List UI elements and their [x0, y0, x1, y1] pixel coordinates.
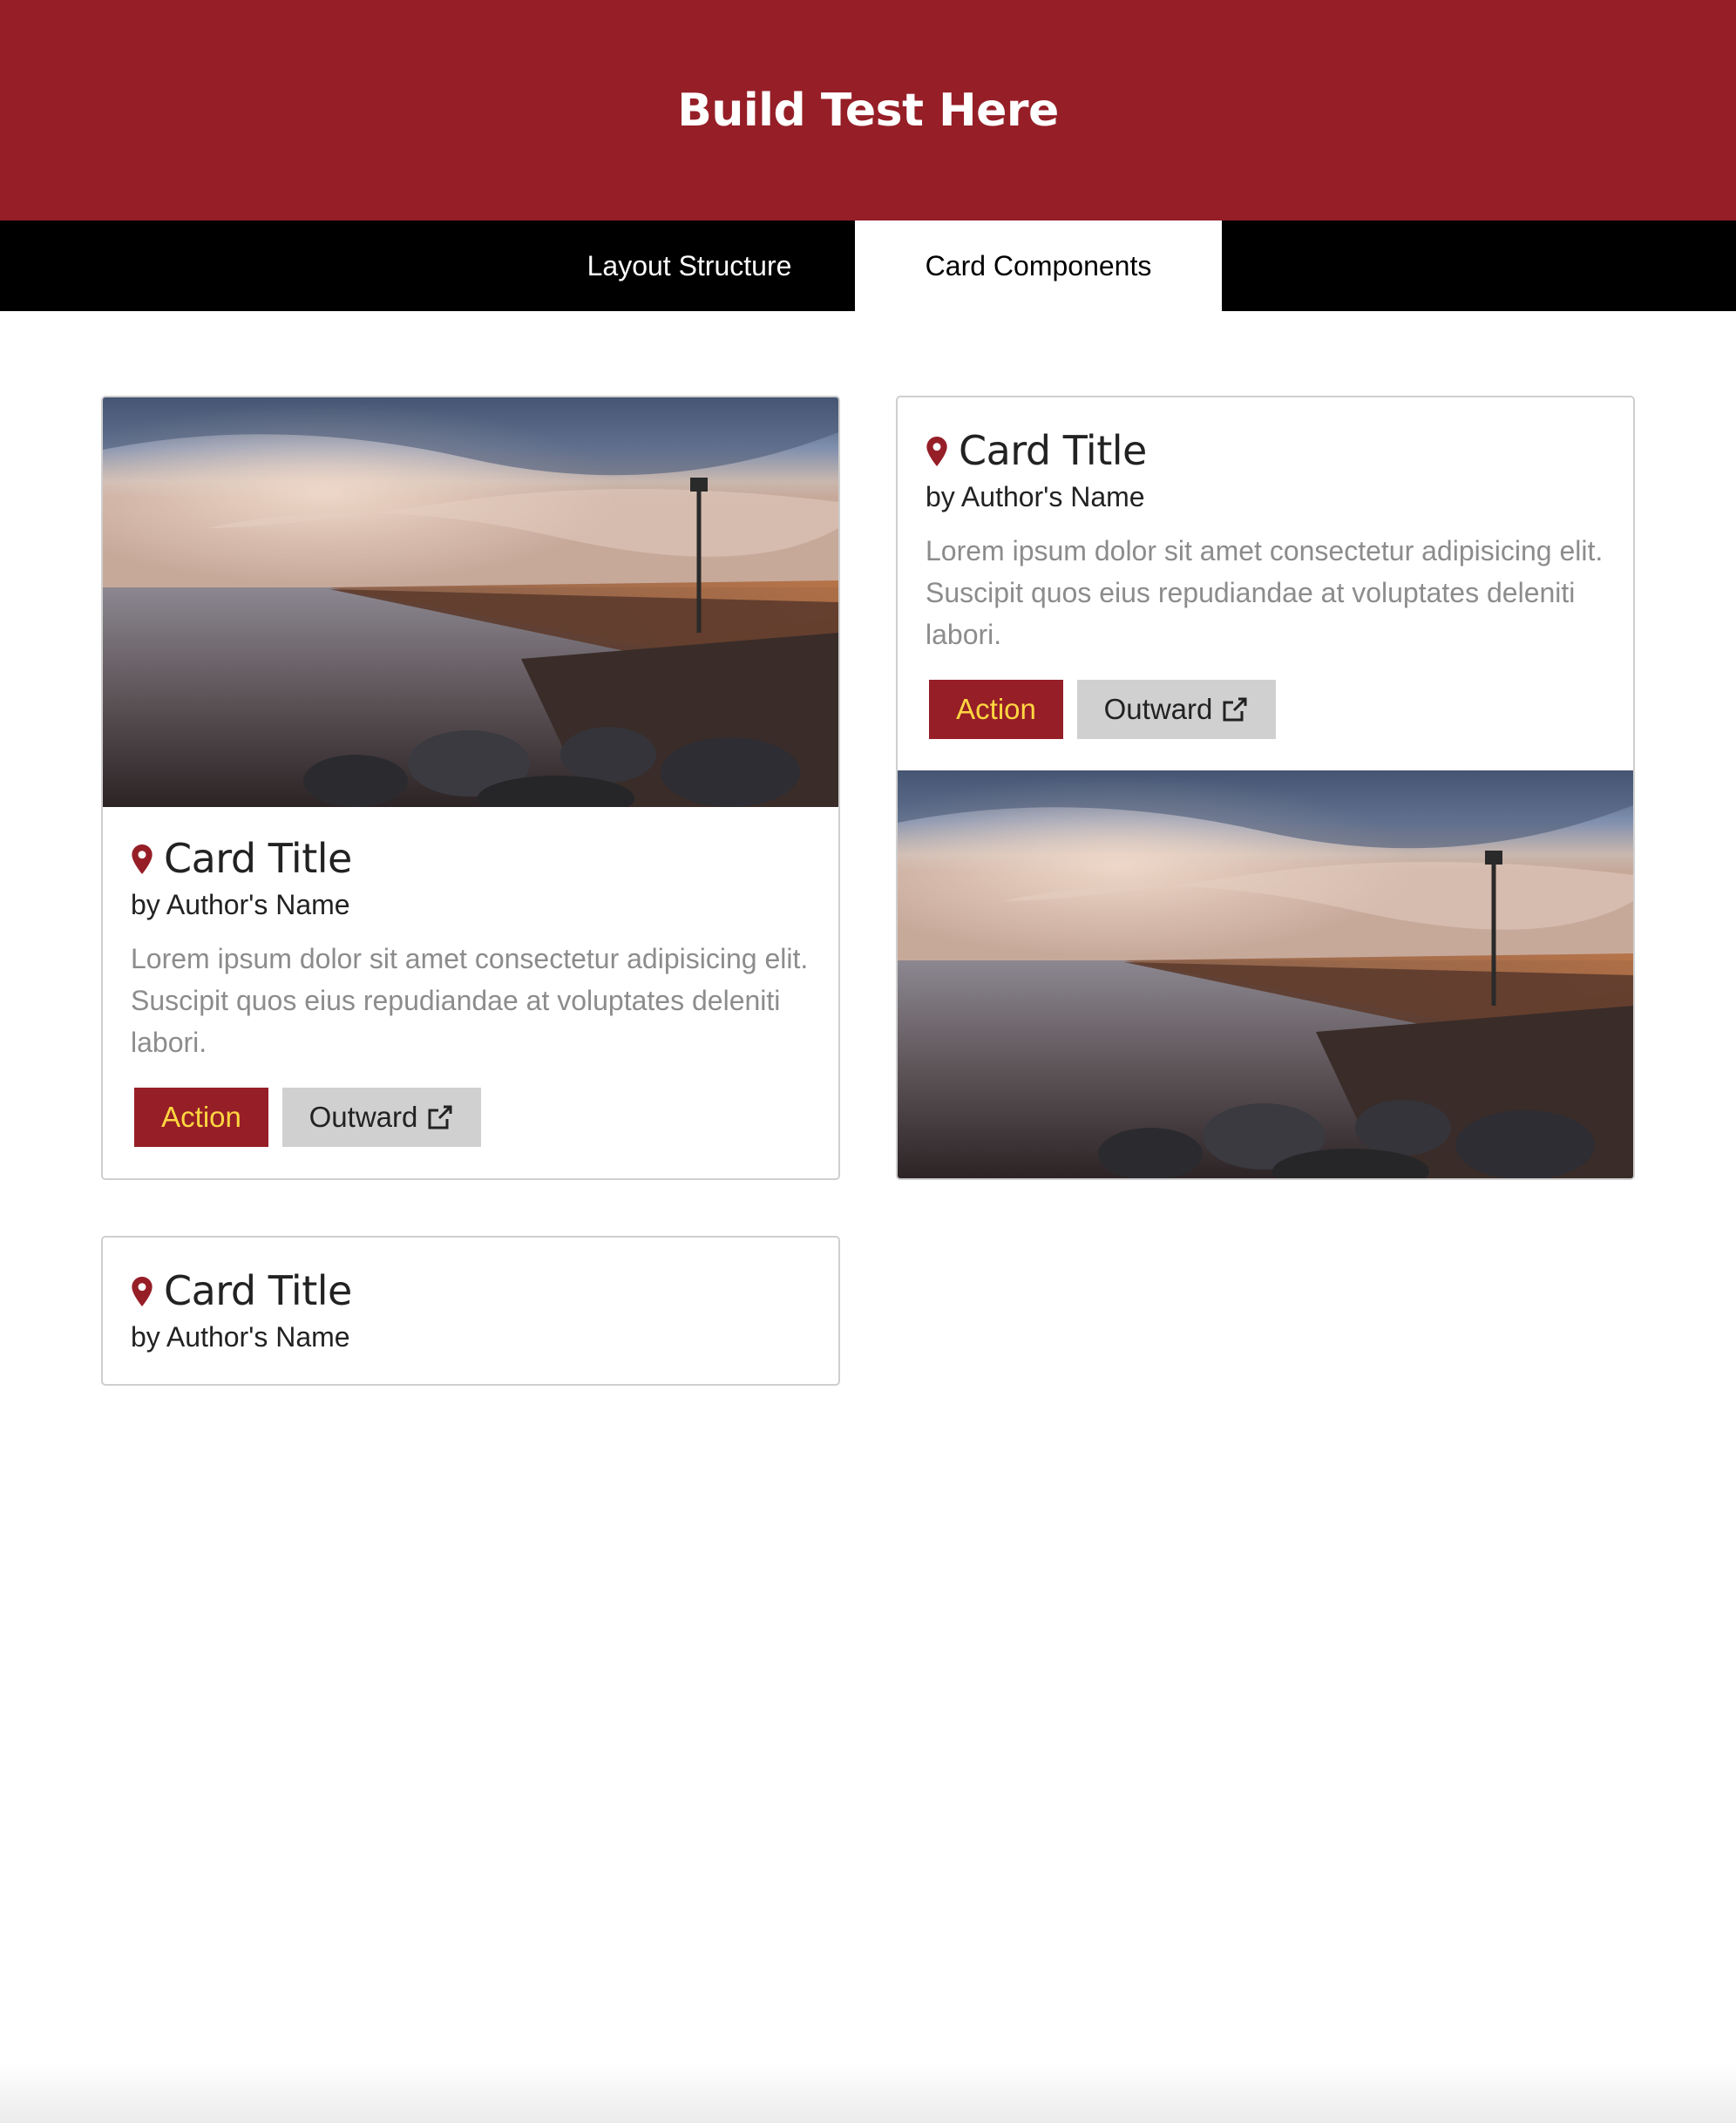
page-title: Build Test Here [677, 84, 1059, 137]
action-button[interactable]: Action [929, 680, 1063, 739]
tab-layout-structure[interactable]: Layout Structure [524, 220, 855, 311]
site-header: Build Test Here [0, 0, 1736, 220]
external-link-icon [428, 1105, 452, 1129]
card-title-only: Card Title by Author's Name [101, 1236, 840, 1386]
card-description: Lorem ipsum dolor sit amet consectetur a… [131, 943, 809, 1058]
card-author: by Author's Name [926, 481, 1145, 512]
card-image [898, 770, 1633, 1178]
action-button[interactable]: Action [134, 1088, 268, 1147]
card-title: Card Title [164, 1267, 352, 1314]
card-author: by Author's Name [131, 889, 350, 920]
card-title-row: Card Title [131, 1262, 810, 1319]
card-title: Card Title [164, 835, 352, 882]
external-link-icon [1223, 697, 1247, 722]
card-actions: Action Outward [134, 1088, 810, 1147]
card-image-bottom: Card Title by Author's Name Lorem ipsum … [896, 396, 1635, 1180]
tab-card-components[interactable]: Card Components [855, 220, 1222, 311]
card-author: by Author's Name [131, 1321, 350, 1353]
card-description: Lorem ipsum dolor sit amet consectetur a… [926, 535, 1604, 650]
map-pin-icon [926, 437, 947, 466]
card-body: Card Title by Author's Name [131, 1262, 810, 1354]
map-pin-icon [132, 844, 153, 874]
card-body: Card Title by Author's Name Lorem ipsum … [926, 422, 1605, 739]
card-image [103, 397, 838, 807]
outward-label: Outward [1103, 693, 1213, 725]
card-actions: Action Outward [929, 680, 1605, 739]
main-nav: Layout Structure Card Components [0, 220, 1736, 311]
card-image-top: Card Title by Author's Name Lorem ipsum … [101, 396, 840, 1180]
outward-label: Outward [309, 1101, 418, 1133]
bottom-shadow [0, 2062, 1736, 2123]
outward-button[interactable]: Outward [282, 1088, 481, 1147]
card-title-row: Card Title [131, 830, 810, 887]
card-title: Card Title [959, 427, 1147, 474]
card-body: Card Title by Author's Name Lorem ipsum … [131, 830, 810, 1147]
outward-button[interactable]: Outward [1077, 680, 1276, 739]
map-pin-icon [132, 1277, 153, 1306]
card-title-row: Card Title [926, 422, 1605, 479]
